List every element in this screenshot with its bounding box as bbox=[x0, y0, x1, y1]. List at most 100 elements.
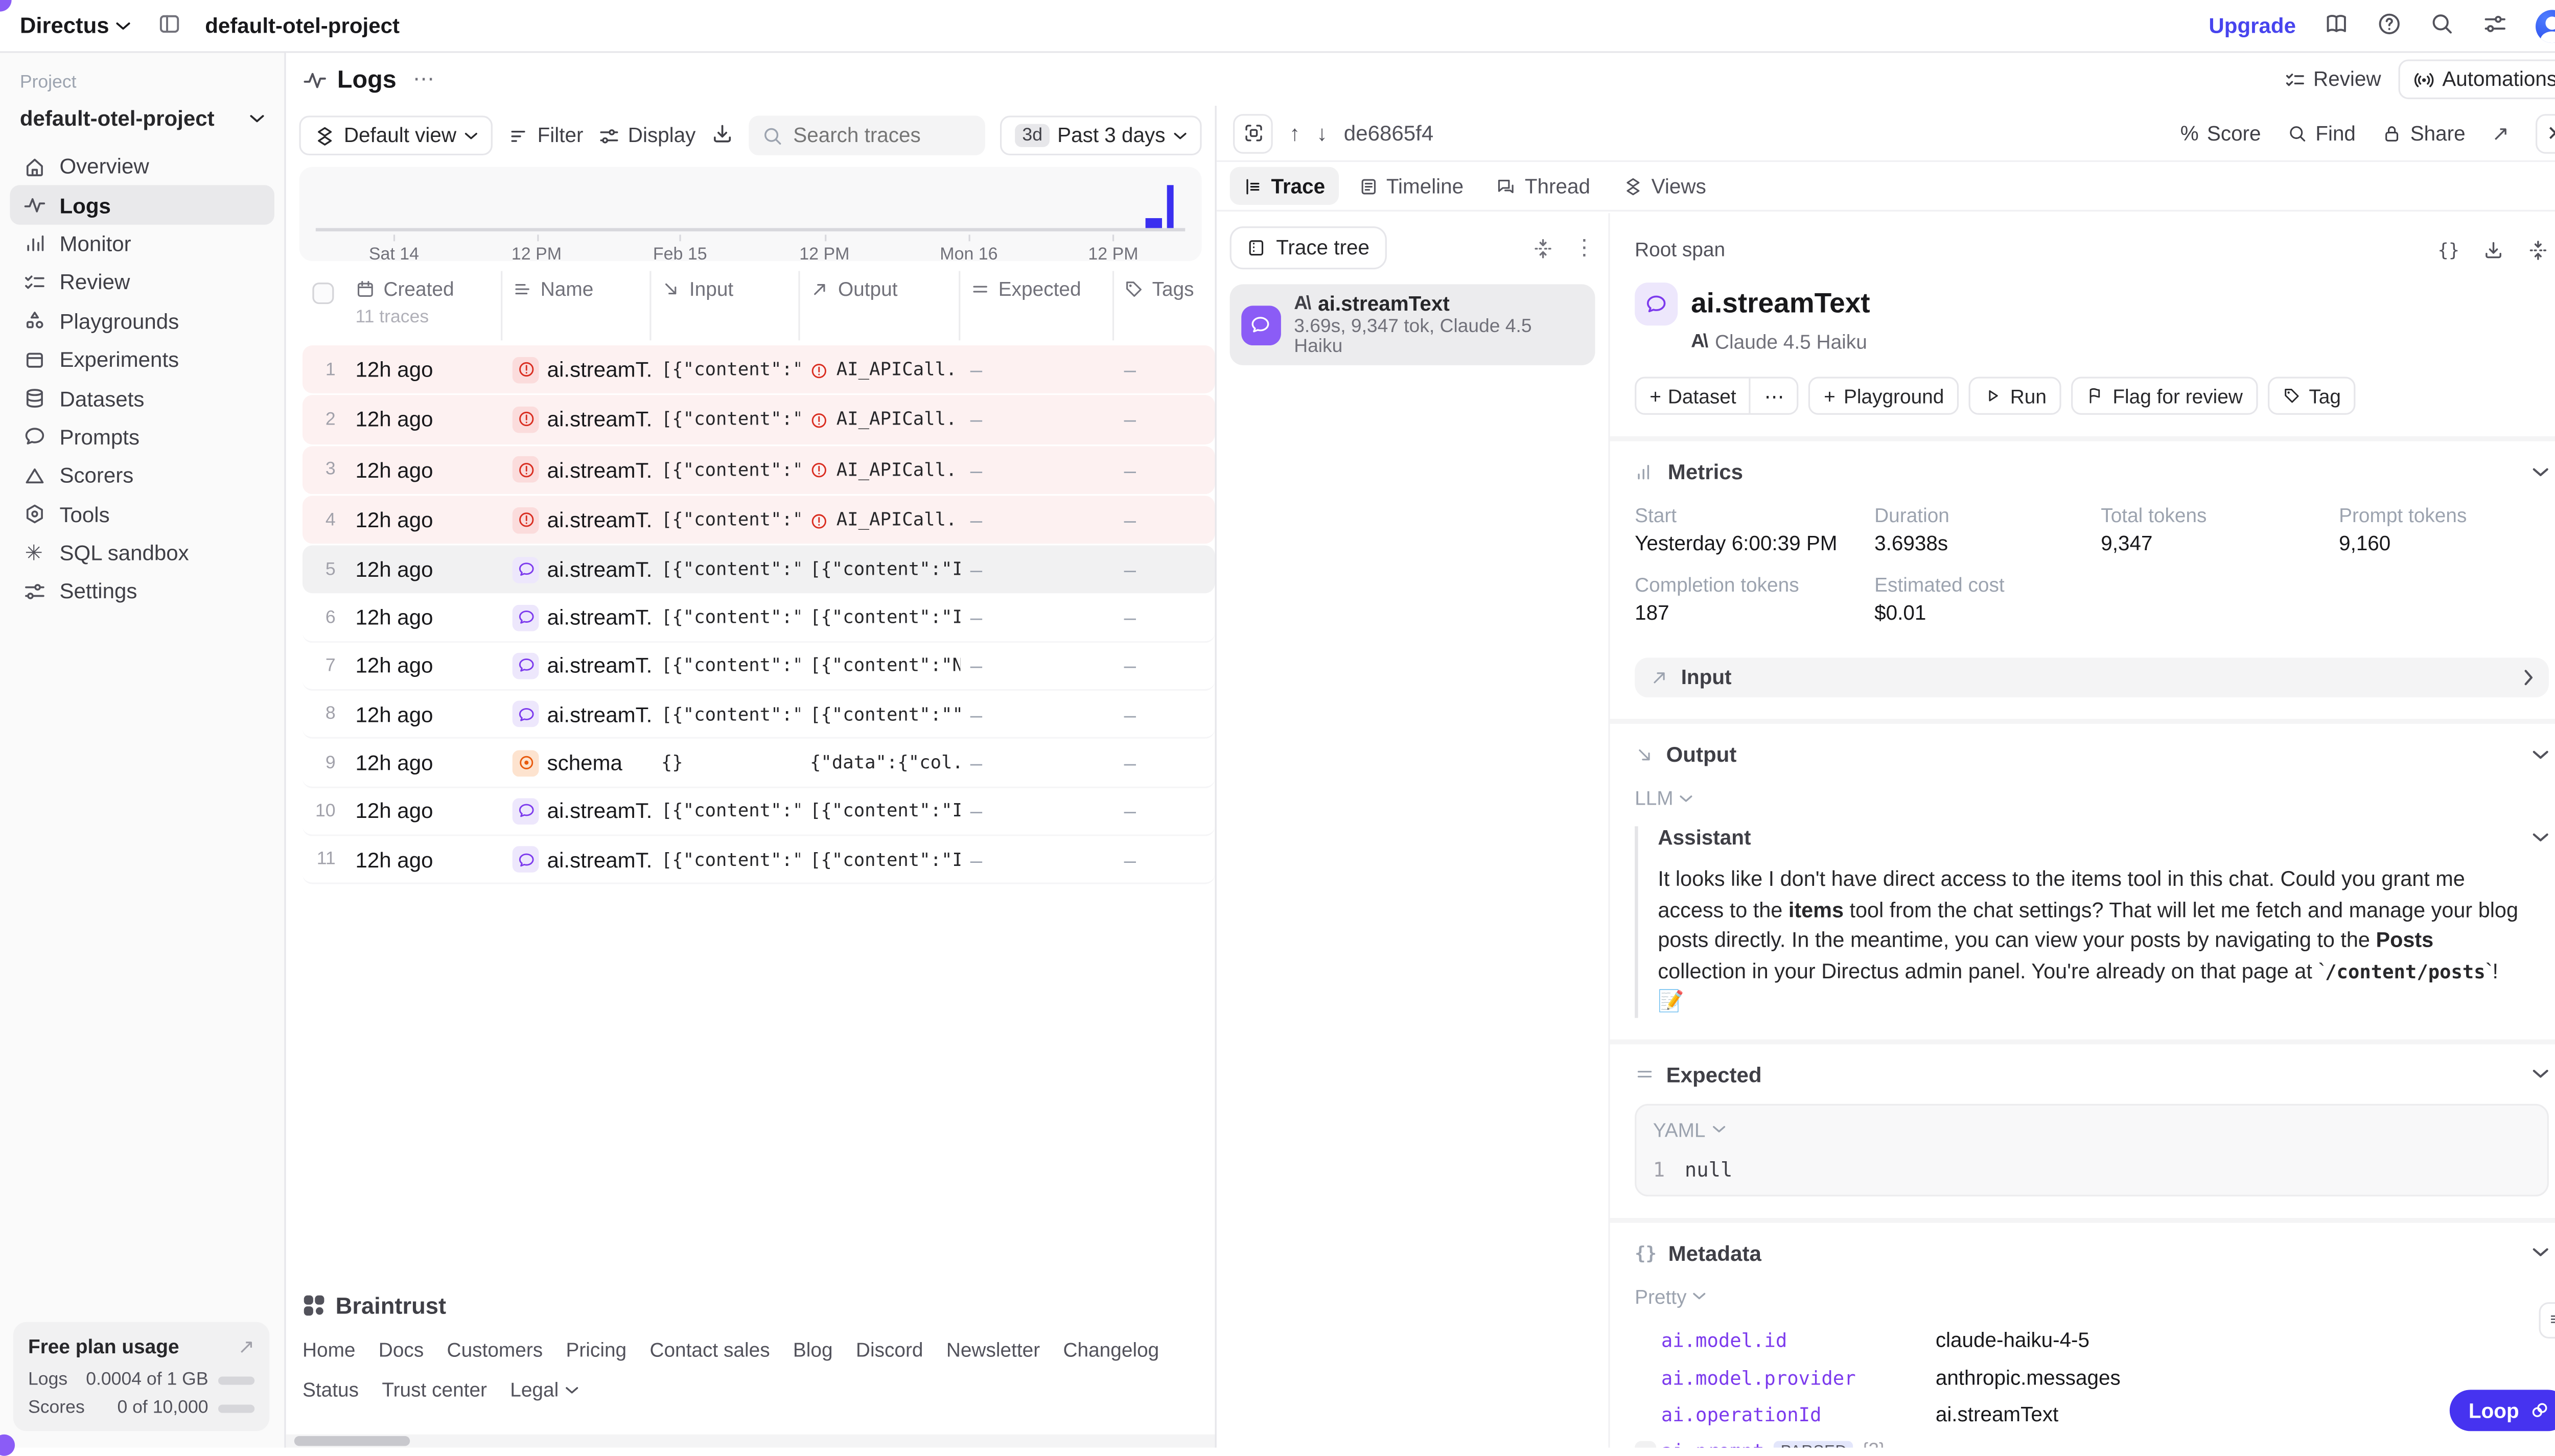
docs-book-icon[interactable] bbox=[2324, 11, 2349, 40]
sidebar-item-experiments[interactable]: Experiments bbox=[10, 340, 274, 379]
outline-toggle-button[interactable]: ≡ bbox=[2539, 1302, 2555, 1338]
filter-button[interactable]: Filter bbox=[507, 124, 583, 147]
export-download-icon[interactable] bbox=[711, 122, 734, 150]
horizontal-scrollbar[interactable] bbox=[286, 1435, 1215, 1448]
review-button[interactable]: Review bbox=[2284, 68, 2381, 91]
expected-format-select[interactable]: YAML bbox=[1653, 1119, 2531, 1142]
table-row[interactable]: 6 12h ago ai.streamT... [{"content":" ..… bbox=[303, 594, 1215, 643]
scrollbar-thumb[interactable] bbox=[294, 1436, 410, 1446]
metrics-section-header[interactable]: Metrics bbox=[1635, 459, 2549, 484]
expected-code-editor[interactable]: YAML 1 null bbox=[1635, 1104, 2549, 1196]
braintrust-brand[interactable]: Braintrust bbox=[303, 1293, 1198, 1319]
open-external-icon[interactable]: ↗ bbox=[2492, 121, 2509, 146]
footer-link[interactable]: Trust center bbox=[382, 1378, 487, 1401]
output-format-select[interactable]: LLM bbox=[1635, 787, 2549, 810]
json-braces-icon[interactable]: {} bbox=[2437, 239, 2459, 260]
search-traces-input[interactable] bbox=[793, 124, 972, 147]
table-row[interactable]: 7 12h ago ai.streamT... [{"content":" ..… bbox=[303, 643, 1215, 691]
score-button[interactable]: %Score bbox=[2180, 122, 2261, 145]
trace-tree-toggle-button[interactable]: Trace tree bbox=[1230, 226, 1386, 269]
footer-link[interactable]: Changelog bbox=[1063, 1338, 1159, 1361]
footer-link[interactable]: Status bbox=[303, 1378, 359, 1401]
expected-section-header[interactable]: Expected bbox=[1635, 1063, 2549, 1088]
footer-link[interactable]: Docs bbox=[379, 1338, 424, 1361]
table-row[interactable]: 3 12h ago ai.streamT... [{"content":" ..… bbox=[303, 445, 1215, 494]
expander-collapsed-icon[interactable]: › bbox=[1635, 1441, 1656, 1447]
search-traces-box[interactable] bbox=[749, 115, 986, 155]
output-section-header[interactable]: Output bbox=[1635, 742, 2549, 767]
footer-link[interactable]: Home bbox=[303, 1338, 356, 1361]
dataset-more-button[interactable]: ⋯ bbox=[1750, 379, 1798, 413]
share-button[interactable]: Share bbox=[2382, 122, 2466, 145]
footer-link[interactable]: Newsletter bbox=[946, 1338, 1040, 1361]
loop-button[interactable]: Loop bbox=[2450, 1390, 2555, 1431]
sidebar-item-scorers[interactable]: Scorers bbox=[10, 456, 274, 495]
sidebar-item-sql-sandbox[interactable]: ✳ SQL sandbox bbox=[10, 534, 274, 573]
sidebar-item-review[interactable]: Review bbox=[10, 263, 274, 302]
tag-button[interactable]: Tag bbox=[2267, 377, 2356, 415]
table-row[interactable]: 11 12h ago ai.streamT... [{"content":" .… bbox=[303, 836, 1215, 885]
sidebar-item-logs[interactable]: Logs bbox=[10, 186, 274, 225]
table-row[interactable]: 8 12h ago ai.streamT... [{"content":" ..… bbox=[303, 691, 1215, 739]
sidebar-item-tools[interactable]: Tools bbox=[10, 495, 274, 534]
table-row[interactable]: 2 12h ago ai.streamT... [{"content":" ..… bbox=[303, 395, 1215, 444]
metadata-section-header[interactable]: {} Metadata bbox=[1635, 1241, 2549, 1266]
free-plan-usage-card[interactable]: Free plan usage ↗ Logs 0.0004 of 1 GB Sc… bbox=[13, 1322, 269, 1431]
footer-link-legal[interactable]: Legal bbox=[510, 1378, 578, 1401]
table-row[interactable]: 9 12h ago schema {} {"data":{"col... – – bbox=[303, 739, 1215, 788]
find-button[interactable]: Find bbox=[2287, 122, 2356, 145]
column-header-output[interactable]: Output bbox=[800, 271, 961, 340]
download-icon[interactable] bbox=[2483, 239, 2504, 260]
close-panel-button[interactable]: ✕ bbox=[2536, 113, 2555, 153]
automations-button[interactable]: Automations bbox=[2398, 59, 2555, 99]
select-all-checkbox[interactable] bbox=[312, 283, 334, 304]
chat-widget-button[interactable] bbox=[0, 1435, 15, 1456]
prev-trace-button[interactable]: ↑ bbox=[1289, 121, 1300, 146]
add-to-dataset-button[interactable]: +Dataset bbox=[1636, 379, 1749, 413]
add-to-playground-button[interactable]: +Playground bbox=[1809, 377, 1959, 415]
run-button[interactable]: Run bbox=[1969, 377, 2061, 415]
sidebar-item-datasets[interactable]: Datasets bbox=[10, 379, 274, 418]
sidebar-item-playgrounds[interactable]: Playgrounds bbox=[10, 302, 274, 341]
project-select[interactable]: default-otel-project bbox=[0, 96, 284, 147]
flag-for-review-button[interactable]: Flag for review bbox=[2071, 377, 2258, 415]
footer-link[interactable]: Customers bbox=[447, 1338, 543, 1361]
column-header-input[interactable]: Input bbox=[651, 271, 800, 340]
sidebar-item-settings[interactable]: Settings bbox=[10, 572, 274, 611]
column-header-created[interactable]: Created 11 traces bbox=[345, 271, 502, 340]
collapse-all-icon[interactable] bbox=[1532, 237, 1554, 259]
metadata-format-select[interactable]: Pretty bbox=[1635, 1285, 2549, 1308]
sidebar-toggle-icon[interactable] bbox=[157, 11, 182, 40]
assistant-header[interactable]: Assistant bbox=[1658, 826, 2549, 849]
column-header-expected[interactable]: Expected bbox=[960, 271, 1114, 340]
page-menu-button[interactable]: ⋯ bbox=[413, 66, 436, 92]
user-avatar[interactable] bbox=[2536, 9, 2555, 42]
display-button[interactable]: Display bbox=[598, 124, 696, 147]
tab-timeline[interactable]: Timeline bbox=[1345, 167, 1477, 205]
preferences-icon[interactable] bbox=[2483, 11, 2508, 40]
tab-thread[interactable]: Thread bbox=[1483, 167, 1604, 205]
collapse-sections-icon[interactable] bbox=[2527, 239, 2549, 260]
table-row[interactable]: 1 12h ago ai.streamT... [{"content":" ..… bbox=[303, 345, 1215, 394]
sidebar-item-monitor[interactable]: Monitor bbox=[10, 224, 274, 263]
column-header-tags[interactable]: Tags bbox=[1114, 271, 1205, 340]
view-selector-button[interactable]: Default view bbox=[299, 115, 493, 155]
table-row-selected[interactable]: 5 12h ago ai.streamT... [{"content":" ..… bbox=[303, 546, 1215, 594]
next-trace-button[interactable]: ↓ bbox=[1316, 121, 1327, 146]
upgrade-link[interactable]: Upgrade bbox=[2209, 13, 2296, 38]
expand-panel-button[interactable] bbox=[1233, 113, 1273, 153]
input-section-collapsed[interactable]: Input bbox=[1635, 657, 2549, 697]
trace-volume-chart[interactable]: Sat 14 12 PM Feb 15 12 PM Mon 16 12 PM bbox=[299, 167, 1201, 261]
time-range-button[interactable]: 3d Past 3 days bbox=[1001, 115, 1201, 155]
tab-trace[interactable]: Trace bbox=[1230, 167, 1338, 205]
tab-views[interactable]: Views bbox=[1610, 167, 1720, 205]
search-icon[interactable] bbox=[2430, 11, 2455, 40]
column-header-name[interactable]: Name bbox=[502, 271, 651, 340]
footer-link[interactable]: Blog bbox=[793, 1338, 833, 1361]
footer-link[interactable]: Pricing bbox=[566, 1338, 626, 1361]
table-row[interactable]: 4 12h ago ai.streamT... [{"content":" ..… bbox=[303, 496, 1215, 544]
help-icon[interactable] bbox=[2377, 11, 2402, 40]
footer-link[interactable]: Contact sales bbox=[649, 1338, 770, 1361]
sidebar-item-prompts[interactable]: Prompts bbox=[10, 418, 274, 457]
sidebar-item-overview[interactable]: Overview bbox=[10, 147, 274, 186]
